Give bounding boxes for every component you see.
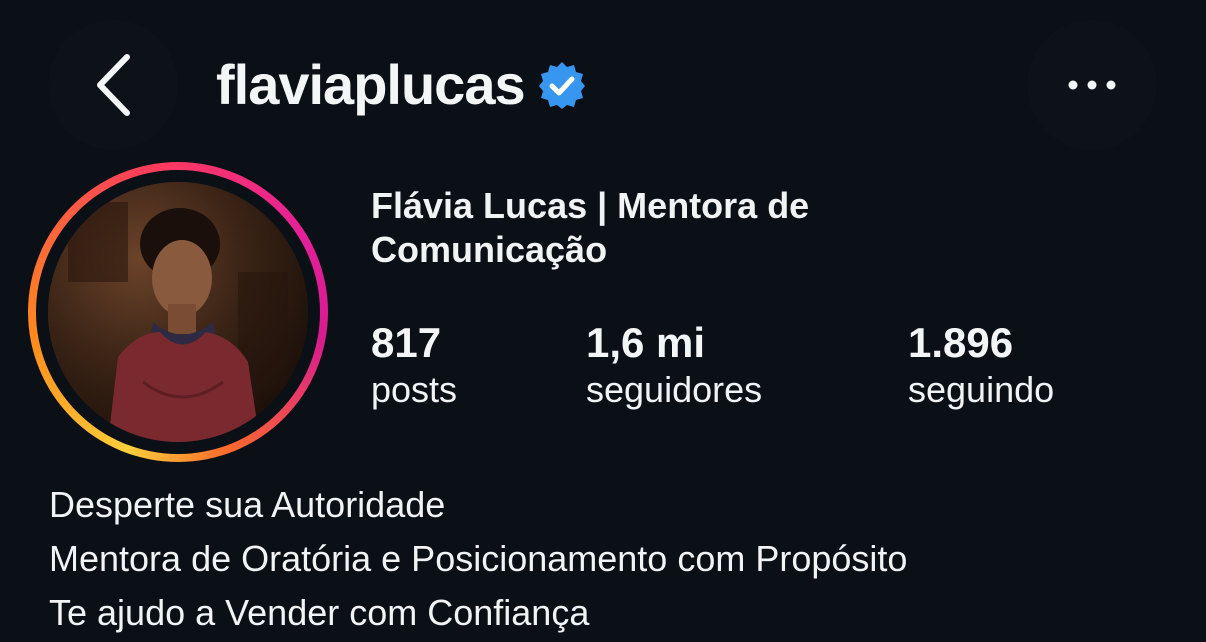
profile-bio: Desperte sua Autoridade Mentora de Orató… bbox=[49, 478, 907, 640]
display-name: Flávia Lucas | Mentora de Comunicação bbox=[371, 185, 810, 270]
stat-following[interactable]: 1.896 seguindo bbox=[908, 318, 1054, 412]
stat-followers-value: 1,6 mi bbox=[586, 319, 706, 366]
stat-following-value: 1.896 bbox=[908, 319, 1014, 366]
verified-badge-icon bbox=[537, 60, 587, 110]
more-options-button[interactable] bbox=[1027, 20, 1157, 150]
bio-line: Desperte sua Autoridade bbox=[49, 484, 446, 525]
avatar-portrait bbox=[48, 182, 308, 442]
chevron-left-icon bbox=[97, 54, 130, 116]
username-header: flaviaplucas bbox=[216, 52, 587, 118]
bio-line: Mentora de Oratória e Posicionamento com… bbox=[49, 538, 908, 579]
bio-line: Te ajudo a Vender com Confiança bbox=[49, 592, 590, 633]
stat-posts-value: 817 bbox=[371, 319, 442, 366]
stat-followers[interactable]: 1,6 mi seguidores bbox=[586, 318, 762, 412]
username: flaviaplucas bbox=[216, 53, 526, 116]
story-ring[interactable] bbox=[28, 162, 328, 462]
more-horizontal-icon bbox=[1068, 80, 1116, 90]
profile-avatar[interactable] bbox=[48, 182, 308, 442]
stat-following-label: seguindo bbox=[908, 369, 1055, 410]
stat-posts-label: posts bbox=[371, 369, 458, 410]
stat-posts[interactable]: 817 posts bbox=[371, 318, 457, 412]
stat-followers-label: seguidores bbox=[586, 369, 763, 410]
profile-page: flaviaplucas Flávia Lucas | Mentora de C… bbox=[0, 0, 1206, 642]
back-button[interactable] bbox=[48, 20, 178, 150]
